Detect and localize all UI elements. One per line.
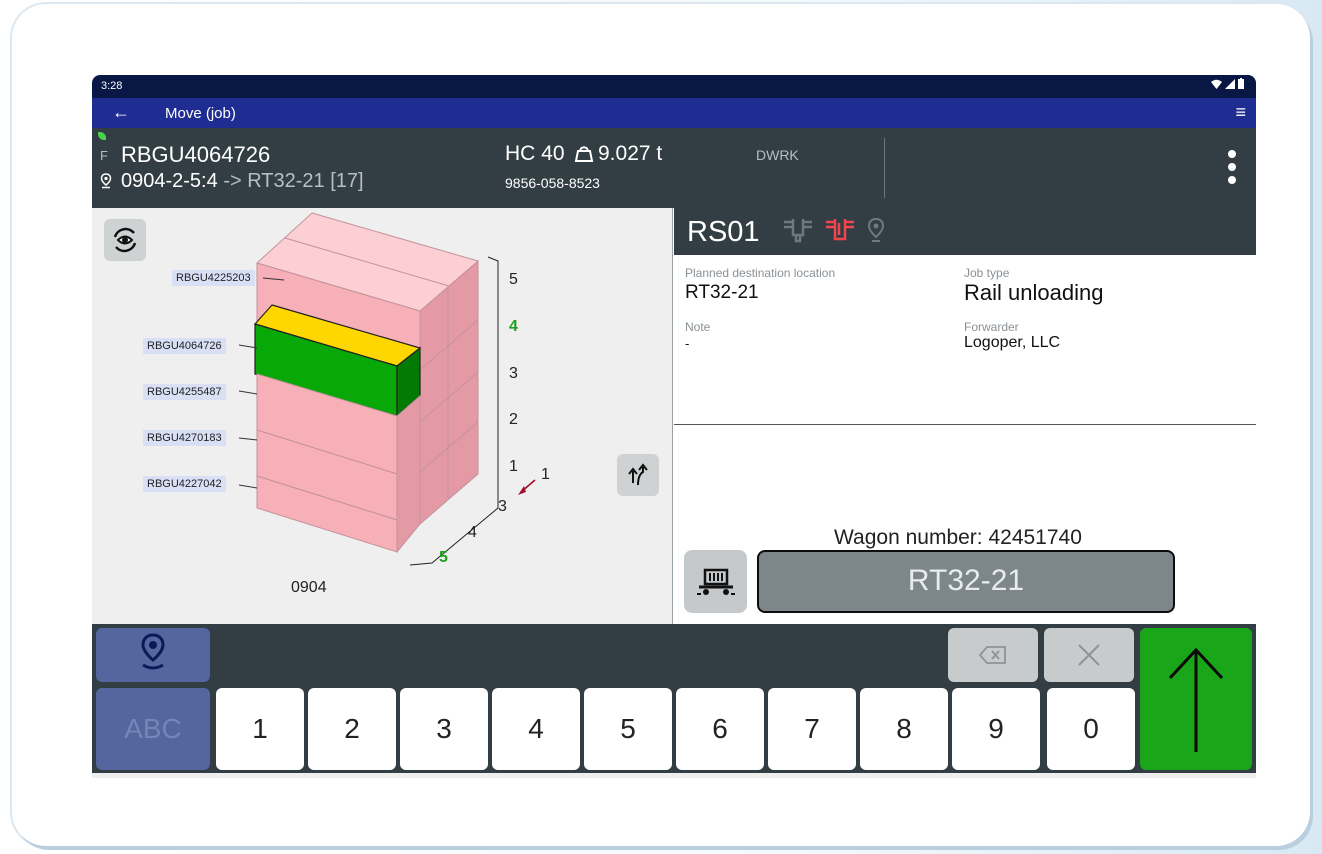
terminal-code: DWRK [756, 147, 799, 163]
digit-key-8[interactable]: 8 [860, 688, 948, 770]
job-type-value: Rail unloading [964, 280, 1104, 305]
more-options-icon[interactable] [1228, 150, 1236, 189]
app-screen: 3:28 ← Move (job) ≡ F RBGU4064726 0904-2… [92, 75, 1256, 778]
container-size-type: HC 40 [505, 142, 565, 165]
note-value: - [685, 336, 690, 351]
status-bar: 3:28 [92, 75, 1256, 98]
backspace-button[interactable] [948, 628, 1038, 682]
abc-keyboard-toggle[interactable]: ABC [96, 688, 210, 770]
row-number-highlighted: 5 [439, 549, 448, 566]
tier-number: 3 [509, 365, 518, 382]
battery-icon [1238, 78, 1244, 89]
status-time: 3:28 [101, 80, 123, 92]
tier-number: 5 [509, 271, 518, 288]
digit-key-5[interactable]: 5 [584, 688, 672, 770]
digit-key-7[interactable]: 7 [768, 688, 856, 770]
location-pin-icon [141, 633, 165, 670]
target-location-input[interactable]: RT32-21 [757, 550, 1175, 613]
spreader-locked-icon [826, 219, 854, 241]
clear-button[interactable] [1044, 628, 1134, 682]
wifi-icon [1211, 79, 1222, 89]
container-info-bar: F RBGU4064726 0904-2-5:4 -> RT32-21 [17]… [92, 128, 1256, 208]
info-divider [884, 138, 885, 198]
job-details-panel: RS01 Planned destination location RT32-2… [674, 208, 1256, 624]
planned-destination-label: Planned destination location [685, 266, 836, 280]
stack-view: RBGU4225203 RBGU4064726 RBGU4255487 RBGU… [92, 208, 673, 624]
confirm-button[interactable] [1140, 628, 1252, 770]
route-arrow: -> [223, 170, 242, 192]
app-bar: ← Move (job) ≡ [92, 98, 1256, 128]
back-arrow-icon[interactable]: ← [112, 102, 130, 123]
wagon-number: Wagon number: 42451740 [834, 526, 1082, 549]
move-route: 0904-2-5:4 -> RT32-21 [17] [121, 170, 364, 193]
location-picker-button[interactable] [96, 628, 210, 682]
to-location: RT32-21 [17] [247, 170, 364, 192]
status-icons [1211, 78, 1244, 89]
booking-number: 9856-058-8523 [505, 175, 600, 191]
from-location: 0904-2-5:4 [121, 170, 218, 192]
spreader-open-icon [784, 219, 812, 243]
row-number: 3 [498, 498, 507, 515]
container-label[interactable]: RBGU4270183 [143, 430, 226, 446]
digit-key-1[interactable]: 1 [216, 688, 304, 770]
job-type-label: Job type [964, 266, 1010, 280]
tier-scale [487, 256, 499, 508]
leaf-icon [98, 132, 106, 140]
digit-key-2[interactable]: 2 [308, 688, 396, 770]
container-label[interactable]: RBGU4227042 [143, 476, 226, 492]
block-label: 0904 [291, 579, 327, 596]
note-label: Note [685, 320, 711, 334]
backspace-icon [979, 646, 1006, 664]
arrow-up-icon [1168, 647, 1224, 752]
forwarder-label: Forwarder [964, 320, 1019, 334]
keypad: ABC 1 2 3 4 5 6 7 8 9 0 [92, 624, 1256, 778]
digit-key-4[interactable]: 4 [492, 688, 580, 770]
tier-number: 1 [509, 458, 518, 475]
app-title: Move (job) [165, 105, 236, 122]
swap-arrows-icon [628, 463, 648, 486]
container-weight: 9.027 t [598, 142, 663, 165]
hamburger-menu-icon[interactable]: ≡ [1235, 102, 1246, 123]
container-label[interactable]: RBGU4225203 [172, 270, 255, 286]
device-frame: 3:28 ← Move (job) ≡ F RBGU4064726 0904-2… [12, 4, 1310, 846]
weight-icon [574, 146, 594, 162]
row-number: 4 [468, 524, 477, 541]
bottom-edge [92, 773, 1256, 778]
full-empty-status: F [100, 148, 108, 163]
container-label[interactable]: RBGU4255487 [143, 384, 226, 400]
details-divider [674, 424, 1256, 425]
digit-key-9[interactable]: 9 [952, 688, 1040, 770]
shift-container-button[interactable] [617, 454, 659, 496]
planned-destination-value: RT32-21 [685, 282, 759, 303]
location-pin-icon [100, 173, 112, 189]
rail-wagon-icon [696, 568, 735, 595]
digit-key-3[interactable]: 3 [400, 688, 488, 770]
equipment-header: RS01 [674, 208, 1256, 255]
side-arrowhead [518, 486, 526, 495]
signal-icon [1225, 78, 1235, 89]
equipment-id: RS01 [687, 216, 760, 248]
location-pin-status-icon [867, 217, 885, 242]
container-id: RBGU4064726 [121, 142, 271, 167]
wagon-button[interactable] [684, 550, 747, 613]
tier-number: 2 [509, 411, 518, 428]
forwarder-value: Logoper, LLC [964, 334, 1061, 351]
equipment-status-icons [782, 217, 886, 243]
close-icon [1078, 644, 1100, 666]
digit-key-0[interactable]: 0 [1047, 688, 1135, 770]
container-label-selected[interactable]: RBGU4064726 [143, 338, 226, 354]
digit-key-6[interactable]: 6 [676, 688, 764, 770]
tier-number-highlighted: 4 [509, 318, 518, 335]
side-number: 1 [541, 466, 550, 483]
